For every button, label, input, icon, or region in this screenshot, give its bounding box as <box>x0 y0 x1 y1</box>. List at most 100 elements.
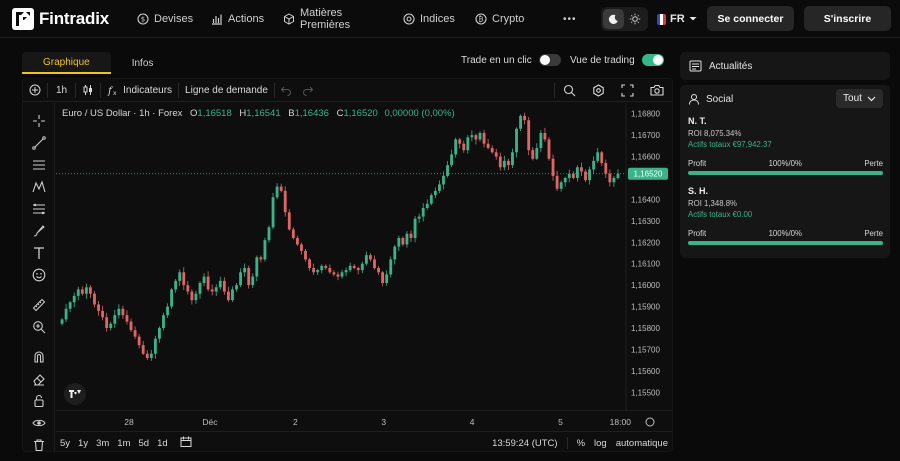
redo-button[interactable] <box>297 79 319 102</box>
profit-label: Profit <box>688 159 707 168</box>
price-tick-label: 1,16600 <box>631 153 660 162</box>
news-panel[interactable]: Actualités <box>680 52 890 80</box>
demand-line-button[interactable]: Ligne de demande <box>179 79 274 102</box>
settings-button[interactable] <box>584 79 613 102</box>
high-value: 1,16541 <box>246 108 281 119</box>
candle-body <box>97 304 100 311</box>
price-tick-label: 1,16000 <box>631 281 660 290</box>
candle-body <box>89 287 92 294</box>
eye-icon[interactable] <box>31 415 47 431</box>
trader-card[interactable]: N. T. ROI 8,075.34% Actifs totaux €97,94… <box>688 116 883 175</box>
more-menu-button[interactable]: ••• <box>563 0 577 38</box>
range-1y[interactable]: 1y <box>74 438 92 449</box>
candle-body <box>158 328 161 339</box>
candle-body <box>498 156 502 168</box>
time-tick-label: 5 <box>558 417 563 427</box>
nav-item-matieres-premieres[interactable]: Matières Premières <box>283 0 350 38</box>
svg-text:x: x <box>113 90 117 96</box>
price-tick-label: 1,16200 <box>631 238 660 247</box>
range-5d[interactable]: 5d <box>135 438 154 449</box>
candle-body <box>190 291 194 301</box>
candle-body <box>300 244 303 251</box>
lock-icon[interactable] <box>31 393 47 409</box>
trader-roi: ROI 1,348.8% <box>688 199 737 208</box>
social-panel: Social Tout N. T. ROI 8,075.34% Actifs t… <box>680 85 890 258</box>
candle-body <box>283 190 287 213</box>
theme-toggle[interactable] <box>601 7 648 31</box>
add-symbol-button[interactable] <box>23 79 47 102</box>
emoji-icon[interactable] <box>31 267 47 283</box>
fullscreen-button[interactable] <box>613 79 642 102</box>
logo-icon <box>12 8 34 30</box>
candle-body <box>255 257 259 277</box>
one-click-trade-switch[interactable] <box>538 54 561 66</box>
goto-date-button[interactable] <box>176 436 196 450</box>
range-bar: 5y 1y 3m 1m 5d 1d 13:59:24 (UTC) % log a… <box>56 433 672 451</box>
text-tool-icon[interactable] <box>31 245 47 261</box>
chart-tabs: Graphique Infos <box>22 52 174 74</box>
axis-settings-icon[interactable] <box>645 417 655 427</box>
search-compare-button[interactable] <box>555 79 584 102</box>
percent-toggle[interactable]: % <box>577 438 585 449</box>
time-tick-label: 2 <box>293 417 298 427</box>
trading-view-toggle[interactable]: Vue de trading <box>570 54 664 66</box>
time-axis[interactable]: 28 Déc 2 3 4 5 18:00 <box>56 410 672 432</box>
trash-icon[interactable] <box>31 437 47 451</box>
range-1d[interactable]: 1d <box>153 438 172 449</box>
log-toggle[interactable]: log <box>594 438 607 449</box>
interval-selector[interactable]: 1h <box>48 79 75 102</box>
trading-view-switch[interactable] <box>641 54 664 66</box>
nav-label: Devises <box>154 13 194 25</box>
signup-button[interactable]: S'inscrire <box>804 6 891 31</box>
language-selector[interactable]: FR <box>657 0 697 38</box>
chart-type-button[interactable] <box>76 79 100 102</box>
sun-icon[interactable] <box>624 9 645 29</box>
tab-graphique[interactable]: Graphique <box>22 52 111 74</box>
magnet-icon[interactable] <box>31 349 47 365</box>
price-tick-label: 1,16300 <box>631 217 660 226</box>
parallel-lines-icon[interactable] <box>31 157 47 173</box>
candle-body <box>433 190 437 196</box>
eraser-icon[interactable] <box>31 371 47 387</box>
indicators-button[interactable]: fx Indicateurs <box>101 79 178 102</box>
range-1m[interactable]: 1m <box>113 438 134 449</box>
candlestick-chart[interactable]: 1,16800 1,16700 1,16600 1,16400 1,16300 1,162… <box>56 103 673 410</box>
bar-chart-icon <box>212 14 222 25</box>
tab-infos[interactable]: Infos <box>111 52 175 74</box>
trendline-icon[interactable] <box>31 135 47 151</box>
logo[interactable]: Fintradix <box>12 8 109 30</box>
candle-body <box>344 270 348 273</box>
candle-body <box>482 133 486 144</box>
price-chart[interactable]: 1,16800 1,16700 1,16600 1,16400 1,16300 1,162… <box>56 103 673 410</box>
pattern-icon[interactable] <box>31 179 47 195</box>
candle-body <box>551 158 555 176</box>
candle-body <box>153 338 157 354</box>
candle-body <box>580 167 583 172</box>
auto-scale-toggle[interactable]: automatique <box>616 438 668 449</box>
candle-body <box>575 167 579 178</box>
nav-item-indices[interactable]: Indices <box>403 0 455 38</box>
tradingview-logo-icon[interactable] <box>64 383 86 405</box>
trader-name: N. T. <box>688 116 707 126</box>
social-filter-dropdown[interactable]: Tout <box>836 89 883 108</box>
range-3m[interactable]: 3m <box>92 438 113 449</box>
nav-item-actions[interactable]: Actions <box>211 0 264 38</box>
zoom-in-icon[interactable] <box>31 319 47 335</box>
nav-item-devises[interactable]: $ Devises <box>137 0 193 38</box>
range-5y[interactable]: 5y <box>56 438 74 449</box>
box-icon <box>284 13 294 25</box>
moon-icon[interactable] <box>603 9 624 29</box>
trader-card[interactable]: S. H. ROI 1,348.8% Actifs totaux €0.00 P… <box>688 186 883 245</box>
clock-label[interactable]: 13:59:24 (UTC) <box>492 438 557 449</box>
screenshot-button[interactable] <box>642 79 672 102</box>
undo-button[interactable] <box>275 79 297 102</box>
fib-icon[interactable] <box>31 201 47 217</box>
crosshair-icon[interactable] <box>31 113 47 129</box>
nav-item-crypto[interactable]: ₿ Crypto <box>475 0 524 38</box>
candle-body <box>421 208 425 217</box>
login-button[interactable]: Se connecter <box>707 6 794 31</box>
ruler-icon[interactable] <box>31 297 47 313</box>
one-click-trade-label: Trade en un clic <box>461 54 532 66</box>
brush-icon[interactable] <box>31 223 47 239</box>
one-click-trade-toggle[interactable]: Trade en un clic <box>461 54 561 66</box>
